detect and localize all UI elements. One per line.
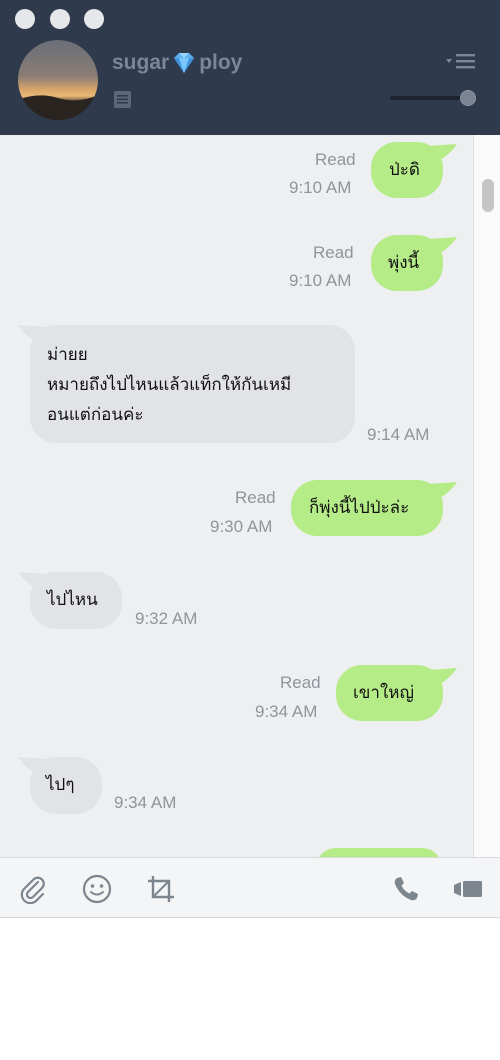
message-line: หมายถึงไปไหนแล้วแท็กให้กันเหมี — [47, 375, 292, 395]
message-line: ม่ายย — [47, 345, 88, 365]
outgoing-message[interactable]: ป่ะดิ — [371, 142, 443, 198]
message-toolbar — [0, 857, 500, 918]
message-line: อนแต่ก่อนค่ะ — [47, 405, 144, 425]
message-input[interactable] — [0, 918, 500, 1060]
video-icon[interactable] — [453, 874, 483, 904]
incoming-message[interactable]: ไปไหน — [30, 572, 122, 629]
paperclip-icon[interactable] — [18, 874, 48, 904]
message-time: 9:34 AM — [114, 793, 177, 812]
read-receipt: Read — [315, 150, 356, 169]
crop-icon[interactable] — [146, 874, 176, 904]
outgoing-message[interactable]: เขาใหญ่ — [336, 665, 443, 721]
scrollbar-thumb[interactable] — [482, 179, 494, 212]
contact-name-left: sugar — [112, 51, 170, 74]
contact-name[interactable]: sugar ploy — [112, 51, 242, 75]
scrollbar-track[interactable] — [473, 135, 500, 857]
minimize-dot[interactable] — [50, 9, 70, 29]
opacity-slider[interactable] — [390, 89, 478, 107]
zoom-dot[interactable] — [84, 9, 104, 29]
outgoing-message[interactable]: ก็พุ่งนี้ไปป่ะล่ะ — [291, 480, 443, 536]
message-time: 9:14 AM — [367, 425, 430, 444]
message-time: 9:32 AM — [135, 609, 198, 628]
emoji-icon[interactable] — [82, 874, 112, 904]
incoming-message[interactable]: ม่ายย หมายถึงไปไหนแล้วแท็กให้กันเหมี อนแ… — [30, 325, 355, 443]
chat-header: sugar ploy — [0, 0, 500, 135]
diamond-emoji — [174, 53, 195, 73]
contact-name-right: ploy — [199, 51, 243, 74]
read-receipt: Read — [280, 673, 321, 692]
phone-icon[interactable] — [391, 874, 421, 904]
message-time: 9:30 AM — [210, 517, 273, 536]
outgoing-message-partial[interactable] — [316, 848, 442, 857]
read-receipt: Read — [235, 488, 276, 507]
read-receipt: Read — [313, 243, 354, 262]
avatar[interactable] — [18, 40, 98, 120]
menu-icon[interactable] — [446, 53, 476, 69]
close-dot[interactable] — [15, 9, 35, 29]
message-time: 9:34 AM — [255, 702, 318, 721]
chat-area[interactable]: Read 9:10 AM ป่ะดิ Read 9:10 AM พุ่งนี้ … — [0, 135, 500, 857]
note-icon[interactable] — [113, 90, 132, 109]
message-time: 9:10 AM — [289, 178, 352, 197]
message-time: 9:10 AM — [289, 271, 352, 290]
incoming-message[interactable]: ไปๆ — [30, 757, 102, 814]
outgoing-message[interactable]: พุ่งนี้ — [371, 235, 443, 291]
